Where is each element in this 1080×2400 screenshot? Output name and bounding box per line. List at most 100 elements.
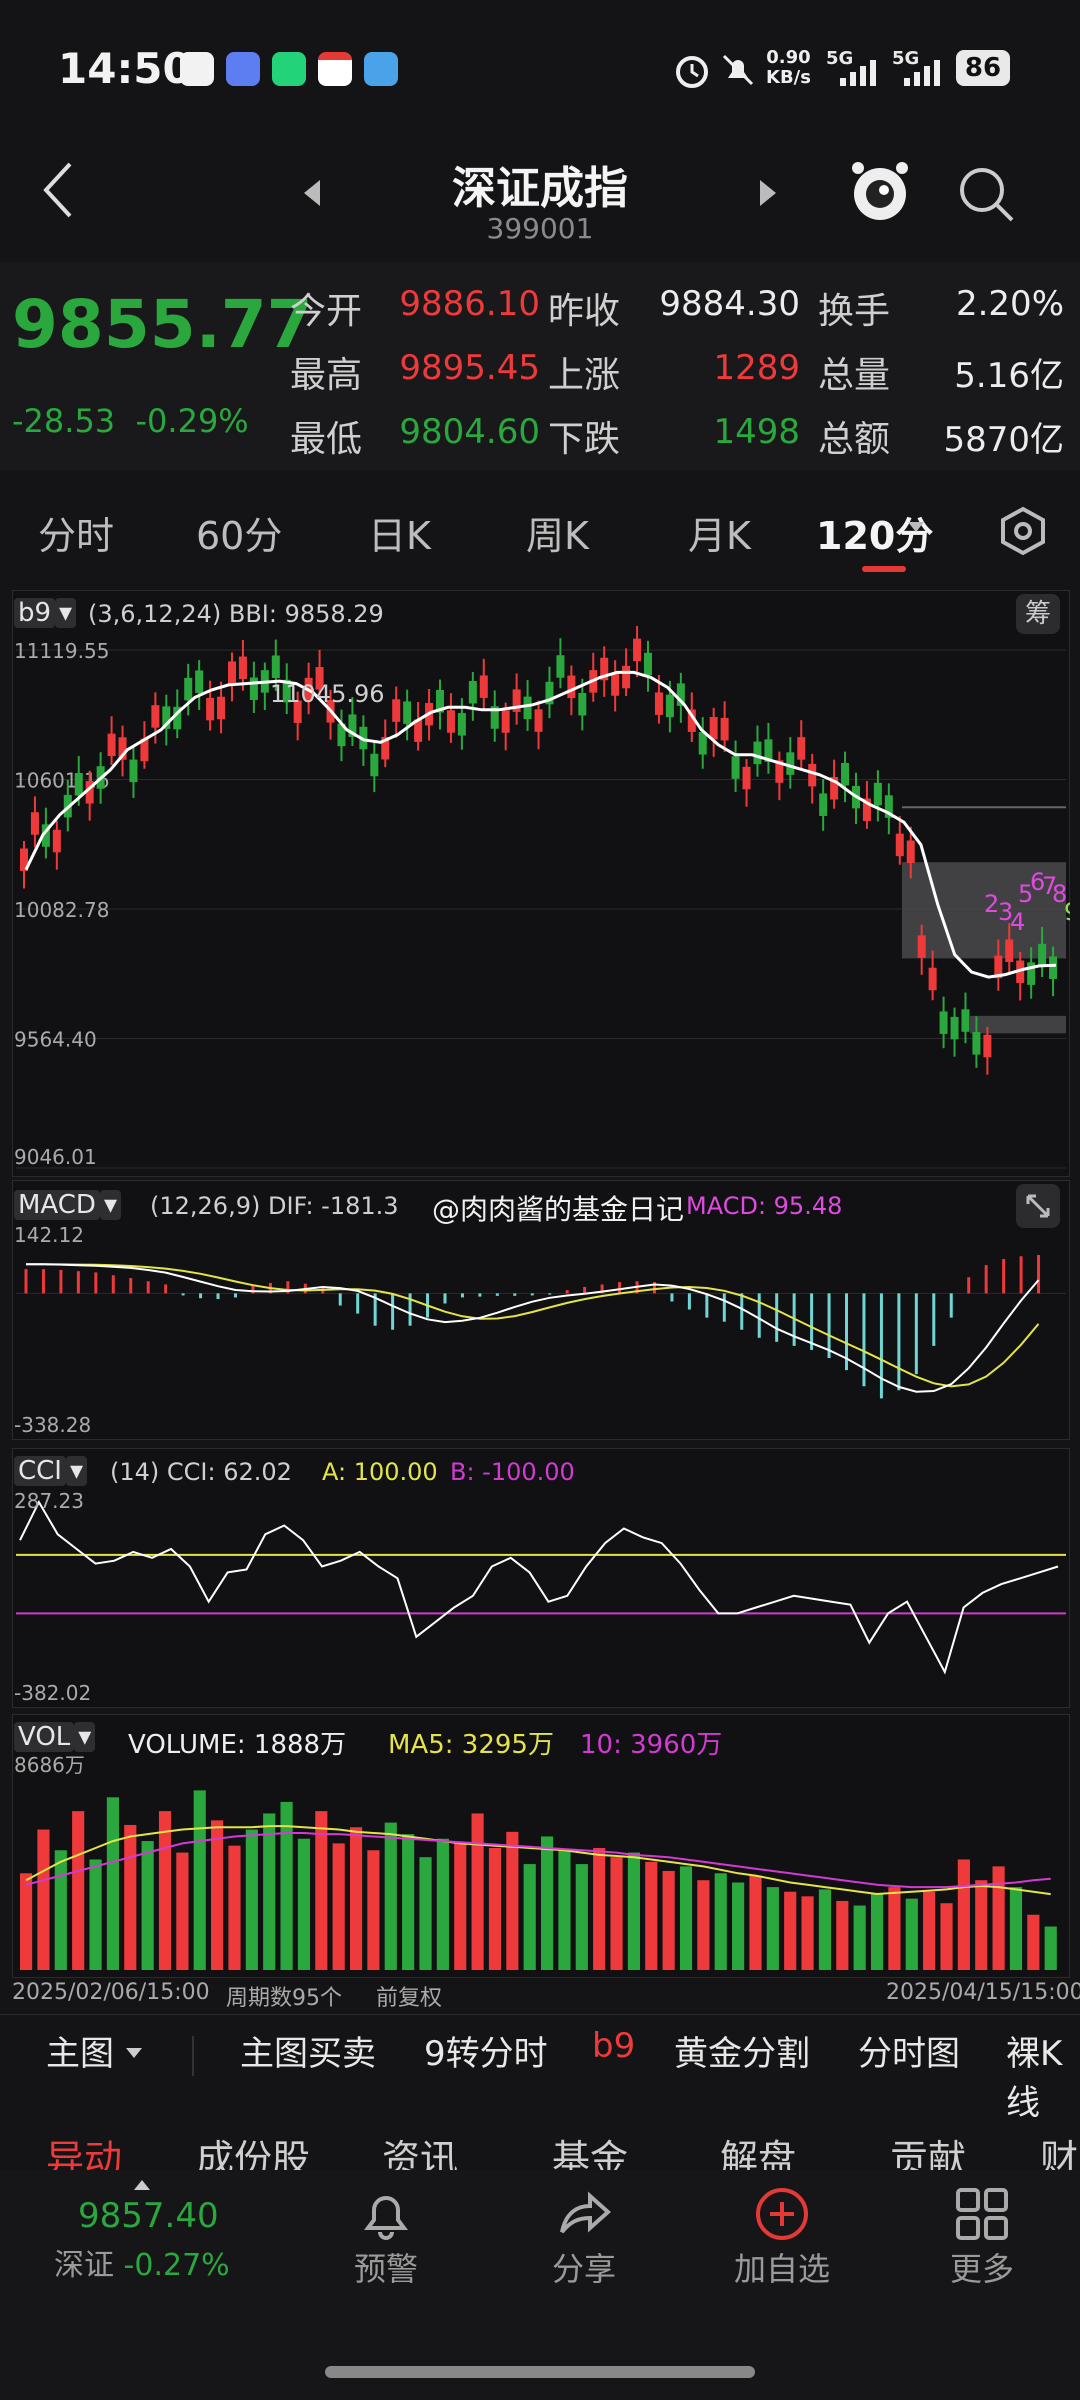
candle-body [238, 656, 247, 680]
volume-bar [697, 1880, 710, 1970]
assistant-mascot-icon[interactable] [848, 156, 912, 228]
mute-icon [722, 54, 754, 86]
candle-body [217, 696, 226, 720]
volume-bar [627, 1852, 640, 1970]
function-tab-2[interactable]: 9转分时 [424, 2026, 548, 2075]
candle-body [457, 713, 466, 736]
candle-body [961, 1009, 970, 1032]
candle-body [446, 710, 455, 733]
volume-bar [54, 1850, 67, 1970]
volume-bar [402, 1834, 415, 1970]
volume-bar [801, 1896, 814, 1970]
quote-value: 1498 [713, 412, 800, 452]
net-speed: 0.90 KB/s [766, 47, 811, 88]
volume-bar [106, 1797, 119, 1970]
cloud-app-icon [364, 52, 398, 86]
volume-bar [749, 1875, 762, 1970]
active-tab-indicator [862, 566, 906, 572]
dropdown-arrow-icon[interactable] [906, 520, 926, 534]
more-grid-icon[interactable] [954, 2186, 1010, 2242]
function-tab-1[interactable]: 主图买卖 [240, 2026, 376, 2075]
candle-body [151, 705, 160, 728]
macd-y-bottom: -338.28 [14, 1413, 91, 1437]
candle-body [950, 1016, 959, 1040]
volume-bar [732, 1882, 745, 1970]
signal-icon-2 [904, 60, 940, 86]
volume-bar [506, 1831, 519, 1970]
function-tab-4[interactable]: 黄金分割 [674, 2026, 810, 2075]
nine-turn-digit: 4 [1010, 908, 1025, 936]
tab-4[interactable]: 月K [688, 505, 751, 560]
candle-body [972, 1032, 981, 1055]
volume-bar [488, 1847, 502, 1970]
tab-divider [192, 2036, 194, 2076]
function-tab-0[interactable]: 主图 [46, 2026, 114, 2075]
add-watchlist-icon[interactable] [754, 2186, 810, 2242]
tab-2[interactable]: 日K [368, 505, 431, 560]
quote-value: 5.16亿 [954, 356, 1064, 396]
volume-bar [384, 1822, 397, 1970]
volume-bar [471, 1813, 484, 1970]
nav-item-more[interactable]: 更多 [902, 2244, 1062, 2290]
price-change: -28.53 -0.29% [12, 402, 249, 440]
volume-bar [245, 1829, 258, 1970]
candle-body [895, 833, 904, 857]
candle-body [753, 741, 762, 765]
adjust-mode: 前复权 [376, 1986, 443, 2011]
volume-bar [575, 1864, 588, 1970]
candle-body [928, 967, 937, 991]
quote-value: 9804.60 [399, 412, 540, 452]
cci-chart: 287.23 -382.02 [14, 1489, 1066, 1705]
nav-item-share[interactable]: 分享 [504, 2244, 664, 2290]
volume-bar [679, 1866, 693, 1970]
nav-item-alert[interactable]: 预警 [306, 2244, 466, 2290]
volume-bar [1027, 1914, 1040, 1970]
volume-bar [853, 1905, 866, 1970]
volume-bar [141, 1841, 154, 1970]
volume-bar [541, 1836, 554, 1970]
nine-turn-digit: 2 [984, 890, 999, 918]
next-stock-arrow-icon[interactable] [756, 178, 780, 208]
high-price-label: 11045.96 [270, 680, 385, 708]
volume-bar [158, 1811, 172, 1970]
candle-body [742, 766, 751, 790]
bell-icon[interactable] [358, 2186, 414, 2242]
volume-chart: 8686万 [14, 1753, 1057, 1970]
volume-bar [992, 1866, 1005, 1970]
volume-bar [297, 1838, 311, 1970]
candle-body [523, 696, 532, 720]
terminal-app-icon [180, 52, 214, 86]
home-indicator[interactable] [325, 2366, 755, 2378]
current-price: 9855.77 [12, 286, 313, 363]
cci-y-top: 287.23 [14, 1489, 84, 1513]
signal-icon [840, 60, 876, 86]
prev-stock-arrow-icon[interactable] [300, 178, 324, 208]
volume-bar [870, 1894, 884, 1970]
function-tab-3[interactable]: b9 [592, 2026, 635, 2066]
candle-body [654, 692, 663, 715]
tab-1[interactable]: 60分 [196, 505, 282, 560]
main-chart-dropdown-icon[interactable] [124, 2046, 144, 2060]
candle-body [786, 752, 795, 775]
candle-body [709, 717, 718, 740]
tab-3[interactable]: 周K [526, 505, 589, 560]
share-icon[interactable] [556, 2186, 612, 2242]
volume-bar [1009, 1887, 1023, 1970]
function-tab-5[interactable]: 分时图 [858, 2026, 960, 2075]
quote-value: 9884.30 [659, 284, 800, 324]
browser-app-icon [226, 52, 260, 86]
collapse-arrow-icon[interactable] [132, 2178, 152, 2192]
nav-item-add[interactable]: 加自选 [702, 2244, 862, 2290]
candle-body [370, 753, 379, 777]
settings-hexagon-icon[interactable] [998, 506, 1048, 556]
candle-body [665, 694, 674, 718]
candle-body [1005, 939, 1014, 963]
candle-body [195, 670, 204, 693]
search-icon[interactable] [956, 164, 1016, 224]
cci-y-bottom: -382.02 [14, 1681, 91, 1705]
tab-0[interactable]: 分时 [38, 505, 114, 560]
candle-body [906, 840, 915, 864]
volume-bar [836, 1900, 849, 1970]
candle-body [556, 655, 565, 678]
volume-bar [975, 1880, 988, 1970]
